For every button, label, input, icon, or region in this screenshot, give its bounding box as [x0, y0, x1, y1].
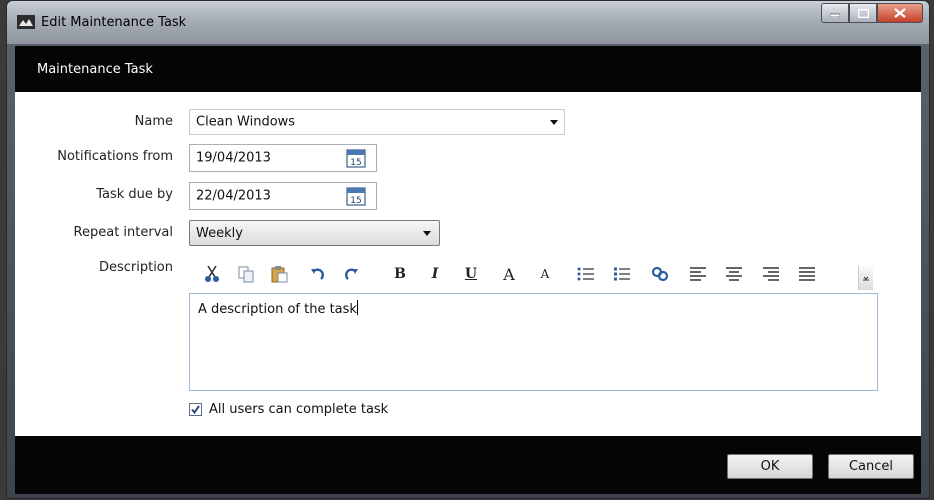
dialog-heading: Maintenance Task	[37, 62, 153, 77]
bold-button[interactable]: B	[390, 263, 410, 285]
svg-text:15: 15	[350, 158, 361, 168]
checkmark-icon	[191, 405, 200, 415]
all-users-checkbox[interactable]	[189, 403, 202, 416]
cancel-button[interactable]: Cancel	[828, 454, 914, 479]
description-editor[interactable]: A description of the task	[189, 293, 878, 391]
ok-button[interactable]: OK	[727, 454, 813, 479]
italic-button[interactable]: I	[425, 263, 445, 285]
paste-icon	[271, 266, 288, 283]
name-label: Name	[134, 114, 173, 129]
cut-button[interactable]	[201, 263, 223, 285]
align-center-button[interactable]	[723, 263, 745, 285]
chevron-down-icon	[863, 276, 869, 281]
window-title: Edit Maintenance Task	[41, 15, 187, 30]
repeat-interval-dropdown[interactable]: Weekly	[189, 220, 440, 246]
align-right-icon	[763, 267, 779, 281]
justify-icon	[799, 267, 815, 281]
calendar-icon[interactable]: 15	[346, 186, 366, 206]
name-combobox[interactable]: Clean Windows	[189, 109, 565, 135]
copy-icon	[238, 266, 254, 283]
undo-button[interactable]	[307, 263, 327, 285]
toolbar-overflow-button[interactable]	[858, 266, 873, 290]
copy-button[interactable]	[235, 263, 257, 285]
task-due-by-value: 22/04/2013	[196, 188, 271, 204]
svg-text:15: 15	[350, 196, 361, 206]
redo-button[interactable]	[342, 263, 362, 285]
chevron-down-icon	[550, 120, 558, 125]
maximize-icon	[857, 8, 869, 18]
task-due-by-datepicker[interactable]: 22/04/2013 15	[189, 182, 377, 210]
align-right-button[interactable]	[760, 263, 782, 285]
redo-icon	[345, 268, 358, 280]
bullet-list-icon	[577, 267, 594, 281]
description-label: Description	[98, 260, 173, 275]
undo-icon	[311, 268, 324, 280]
task-due-by-label: Task due by	[96, 187, 173, 202]
notifications-from-label: Notifications from	[57, 149, 173, 164]
paste-button[interactable]	[268, 263, 290, 285]
hyperlink-button[interactable]	[649, 263, 671, 285]
all-users-label[interactable]: All users can complete task	[209, 402, 388, 417]
numbered-list-button[interactable]	[611, 263, 633, 285]
align-center-icon	[726, 267, 742, 281]
notifications-from-value: 19/04/2013	[196, 150, 271, 166]
bullet-list-button[interactable]	[575, 263, 597, 285]
name-value: Clean Windows	[196, 114, 296, 130]
repeat-interval-label: Repeat interval	[73, 225, 173, 240]
scissors-icon	[205, 265, 219, 282]
notifications-from-datepicker[interactable]: 19/04/2013 15	[189, 144, 377, 172]
align-left-button[interactable]	[687, 263, 709, 285]
dialog-footer: OK Cancel	[15, 436, 921, 494]
app-icon	[17, 15, 35, 29]
close-icon	[894, 8, 906, 18]
numbered-list-icon	[614, 267, 630, 281]
align-left-icon	[690, 267, 706, 281]
dialog-header: Maintenance Task	[15, 46, 921, 92]
close-button[interactable]	[877, 3, 923, 23]
calendar-icon[interactable]: 15	[346, 148, 366, 168]
grow-font-button[interactable]: A	[498, 263, 520, 285]
minimize-button[interactable]	[821, 3, 849, 23]
repeat-interval-value: Weekly	[196, 226, 243, 241]
justify-button[interactable]	[796, 263, 818, 285]
chevron-down-icon	[423, 231, 431, 236]
dialog-window: Edit Maintenance Task Maintenance Task N…	[6, 0, 930, 499]
underline-button[interactable]: U	[461, 263, 481, 285]
description-text: A description of the task	[198, 302, 357, 317]
form-panel: Name Clean Windows Notifications from 19…	[15, 92, 921, 436]
minimize-icon	[830, 13, 840, 17]
link-icon	[651, 266, 669, 282]
title-bar[interactable]: Edit Maintenance Task	[7, 1, 929, 44]
maximize-button[interactable]	[849, 3, 877, 23]
shrink-font-button[interactable]: A	[534, 263, 556, 285]
text-caret	[356, 300, 358, 315]
